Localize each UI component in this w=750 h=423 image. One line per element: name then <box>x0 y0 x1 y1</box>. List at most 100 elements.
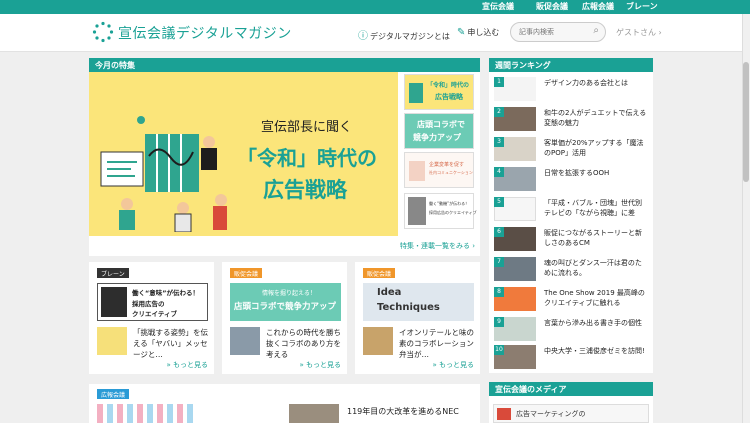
ranking-title: The One Show 2019 最高峰のクリエイティブに触れる <box>544 289 645 307</box>
card-2-more-link[interactable]: » もっと見る <box>299 360 341 370</box>
nav-about[interactable]: ⓘ デジタルマガジンとは <box>358 27 450 42</box>
toplink-kohokaigi[interactable]: 広報会議 <box>582 1 614 12</box>
ranking-item-8[interactable]: 8 The One Show 2019 最高峰のクリエイティブに触れる <box>494 287 649 313</box>
ranking-item-5[interactable]: 5 「平成・バブル・団塊」世代別テレビの「ながら視聴」に差 <box>494 197 649 223</box>
card-2-text: これからの時代を勝ち抜くコラボのあり方を考える <box>266 328 341 359</box>
card-3-badge: 販促会議 <box>363 268 396 278</box>
side-thumb-1[interactable]: 「令和」時代の 広告戦略 <box>404 74 474 110</box>
site-logo-text[interactable]: 宣伝会議デジタルマガジン <box>118 23 292 43</box>
search-input[interactable] <box>519 26 589 38</box>
feature-list-link[interactable]: 特集・連載一覧をみる › <box>400 241 475 251</box>
side-thumb-4-line2: 採用広告のクリエイティブ <box>429 210 477 215</box>
ranking-number: 6 <box>494 227 504 237</box>
ranking-number: 7 <box>494 257 504 267</box>
feature-headline-line2: 「令和」時代の <box>237 146 377 170</box>
card-1-thumbnail <box>97 327 127 355</box>
ranking-number: 2 <box>494 107 504 117</box>
side-thumb-1-image <box>409 83 423 103</box>
ranking-title: 日常を拡張するOOH <box>544 169 610 177</box>
ranking-title: 言葉から滲み出る書き手の個性 <box>544 319 642 327</box>
card-2-banner-line1: 情報を掘り起える！ <box>262 290 316 297</box>
ranking-number: 9 <box>494 317 504 327</box>
media-banner-logo <box>497 408 511 420</box>
card-1-badge: ブレーン <box>97 268 129 278</box>
ranking-title: 「平成・バブル・団塊」世代別テレビの「ながら視聴」に差 <box>544 199 642 217</box>
bottom-article-panel[interactable]: 広報会議 119年目の大改革を進めるNEC <box>89 384 480 423</box>
card-3-banner-line1: Idea <box>377 287 402 298</box>
pencil-icon: ✎ <box>457 27 466 38</box>
ranking-item-9[interactable]: 9 言葉から滲み出る書き手の個性 <box>494 317 649 343</box>
article-card-1[interactable]: ブレーン 働く“意味”が伝わる！ 採用広告の クリエイティブ 「挑戦する姿勢」を… <box>89 262 214 374</box>
ranking-item-4[interactable]: 4 日常を拡張するOOH <box>494 167 649 193</box>
info-icon: ⓘ <box>358 31 368 42</box>
search-box[interactable]: ⌕ <box>510 22 606 42</box>
side-thumb-1-line2: 広告戦略 <box>435 93 463 101</box>
guest-menu[interactable]: ゲストさん › <box>616 27 662 38</box>
scrollbar-thumb[interactable] <box>743 62 749 182</box>
ranking-number: 5 <box>494 197 504 207</box>
side-thumb-3-line2: 社内コミュニケーション <box>429 170 473 175</box>
article-card-2[interactable]: 販促会議 情報を掘り起える！ 店頭コラボで競争力アップ これからの時代を勝ち抜く… <box>222 262 347 374</box>
search-icon[interactable]: ⌕ <box>593 25 599 36</box>
card-3-text: イオンリテールと味の素のコラボレーション弁当が… <box>399 328 474 359</box>
card-3-more-link[interactable]: » もっと見る <box>432 360 474 370</box>
side-thumb-2[interactable]: 店頭コラボで 競争力アップ <box>404 113 474 149</box>
ranking-number: 4 <box>494 167 504 177</box>
toplink-sendenkaigi[interactable]: 宣伝会議 <box>482 1 514 12</box>
feature-main-banner[interactable]: 宣伝部長に聞く 「令和」時代の 広告戦略 <box>89 72 398 236</box>
ranking-item-1[interactable]: 1 デザイン力のある会社とは <box>494 77 649 103</box>
bottom-headline: 119年目の大改革を進めるNEC <box>347 407 459 416</box>
ranking-number: 10 <box>494 345 504 355</box>
side-thumb-2-line2: 競争力アップ <box>413 133 461 142</box>
card-2-banner: 情報を掘り起える！ 店頭コラボで競争力アップ <box>230 283 341 321</box>
ranking-item-6[interactable]: 6 販促につながるストーリーと新しさのあるCM <box>494 227 649 253</box>
ranking-title: 客単価が20%アップする「魔法のPOP」活用 <box>544 139 644 157</box>
card-1-banner-line3: クリエイティブ <box>132 310 177 318</box>
side-thumb-3-line1: 企業変革を促す <box>429 162 465 168</box>
ranking-number: 3 <box>494 137 504 147</box>
card-2-banner-line2: 店頭コラボで競争力アップ <box>234 302 337 312</box>
bottom-banner-image <box>97 404 195 423</box>
ranking-section-title: 週間ランキング <box>489 58 653 72</box>
feature-headline-line1: 宣伝部長に聞く <box>261 120 353 135</box>
feature-headline-line3: 広告戦略 <box>263 178 347 202</box>
card-3-thumbnail <box>363 327 393 355</box>
card-1-banner-line2: 採用広告の <box>132 300 165 308</box>
side-thumb-4-line1: 働く“動機”が伝わる！ <box>429 201 470 206</box>
card-1-banner: 働く“意味”が伝わる！ 採用広告の クリエイティブ <box>97 283 208 321</box>
side-thumb-3-image <box>409 161 425 181</box>
toplink-brain[interactable]: ブレーン <box>626 1 658 12</box>
top-strip: 宣伝会議 販促会議 広報会議 ブレーン <box>0 0 750 14</box>
site-header: 宣伝会議デジタルマガジン ⓘデジタルマガジンとは ✎申し込む ⌕ ゲストさん › <box>0 14 742 52</box>
card-2-badge: 販促会議 <box>230 268 263 278</box>
ranking-title: デザイン力のある会社とは <box>544 79 628 87</box>
side-thumb-2-line1: 店頭コラボで <box>417 120 465 129</box>
side-thumb-4-image <box>408 197 426 225</box>
nav-apply[interactable]: ✎ 申し込む <box>457 27 499 38</box>
card-1-more-link[interactable]: » もっと見る <box>166 360 208 370</box>
side-thumb-3[interactable]: 企業変革を促す 社内コミュニケーション <box>404 152 474 188</box>
card-1-banner-image <box>101 287 127 317</box>
ranking-number: 8 <box>494 287 504 297</box>
card-1-banner-line1: 働く“意味”が伝わる！ <box>132 289 200 297</box>
ranking-item-7[interactable]: 7 魂の叫びとダンス一汗は君のために流れる。 <box>494 257 649 283</box>
media-banner[interactable]: 広告マーケティングの <box>493 404 649 423</box>
bottom-thumbnail <box>289 404 339 423</box>
card-3-banner-line2: Techniques <box>377 302 440 313</box>
side-thumb-4[interactable]: 働く“動機”が伝わる！ 採用広告のクリエイティブ <box>404 193 477 229</box>
ranking-item-3[interactable]: 3 客単価が20%アップする「魔法のPOP」活用 <box>494 137 649 163</box>
ranking-title: 販促につながるストーリーと新しさのあるCM <box>544 229 642 247</box>
toplink-hansokukaigi[interactable]: 販促会議 <box>536 1 568 12</box>
bottom-badge: 広報会議 <box>97 389 130 399</box>
ranking-title: 魂の叫びとダンス一汗は君のために流れる。 <box>544 259 642 277</box>
card-1-text: 「挑戦する姿勢」を伝える「ヤバい」メッセージと… <box>133 328 208 359</box>
ranking-title: 和牛の2人がデュエットで伝える変態の魅力 <box>544 109 647 127</box>
article-card-3[interactable]: 販促会議 Idea Techniques イオンリテールと味の素のコラボレーショ… <box>355 262 480 374</box>
logo-mark-icon[interactable] <box>92 21 114 43</box>
nav-about-label: デジタルマガジンとは <box>370 32 450 41</box>
card-3-banner: Idea Techniques <box>363 283 474 321</box>
ranking-item-10[interactable]: 10 中央大学・三浦俊彦ゼミを訪問! <box>494 345 649 371</box>
ranking-item-2[interactable]: 2 和牛の2人がデュエットで伝える変態の魅力 <box>494 107 649 133</box>
meeting-illustration <box>100 116 227 232</box>
feature-section-title: 今月の特集 <box>89 58 480 72</box>
